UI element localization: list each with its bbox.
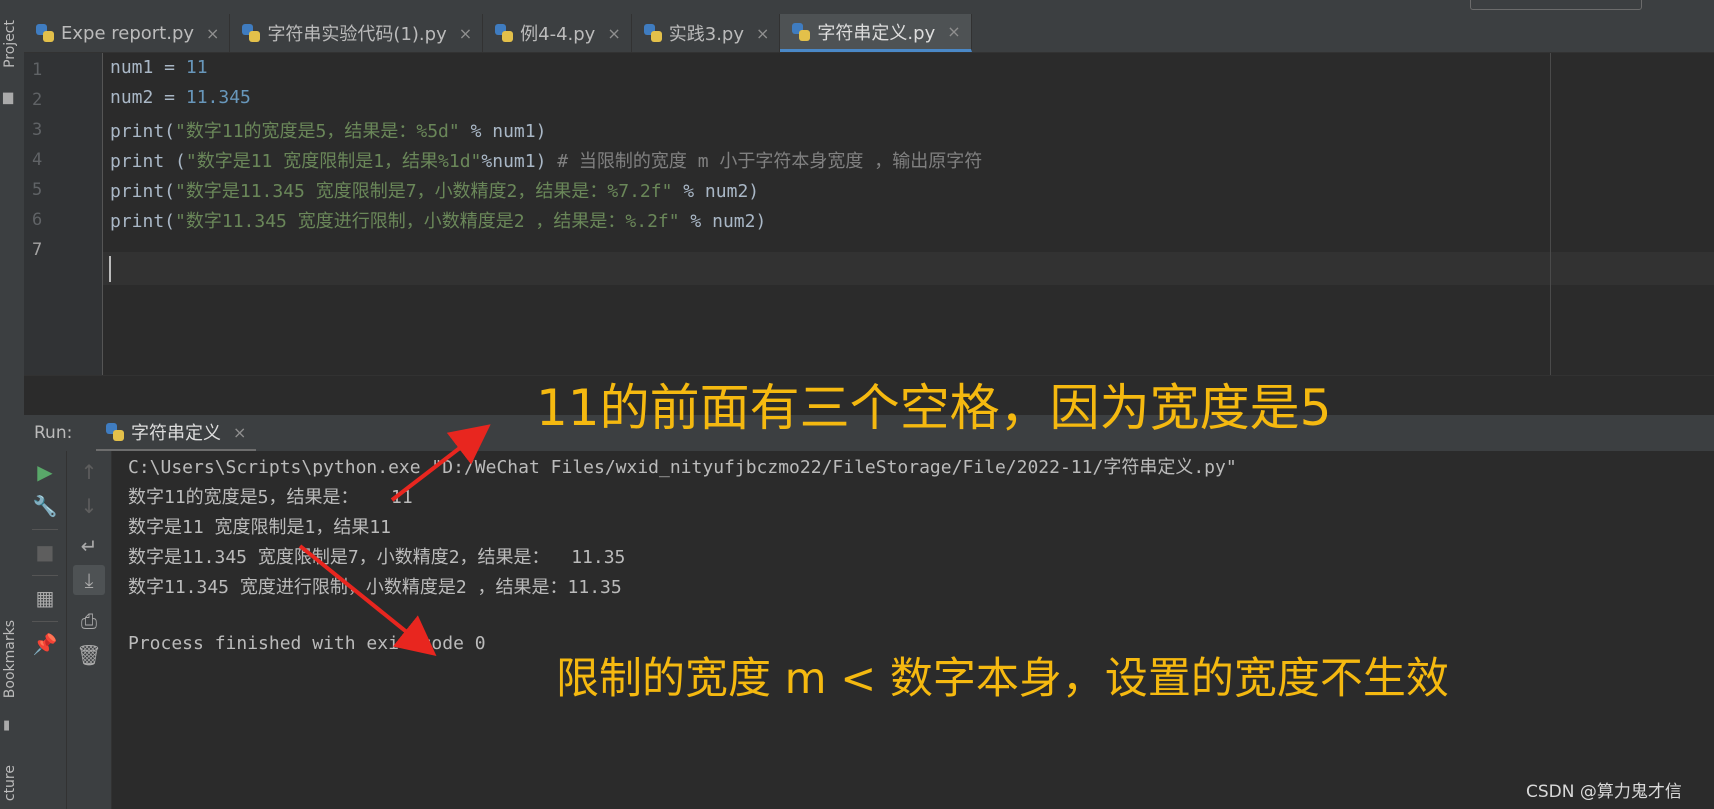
left-tool-strip: Project ▆ Bookmarks ▮ cture <box>0 0 25 809</box>
close-icon[interactable]: × <box>947 22 960 41</box>
code-token: %num1) <box>481 151 558 172</box>
code-token: "数字是11.345 宽度限制是7，小数精度2，结果是：%7.2f" <box>175 181 673 202</box>
tab-2[interactable]: 例4-4.py × <box>483 14 632 52</box>
arrow-down-icon[interactable]: ↓ <box>73 491 105 521</box>
line-number: 4 <box>32 150 43 170</box>
code-token: print ( <box>110 151 186 172</box>
print-icon[interactable]: ⎙ <box>73 606 105 636</box>
line-number: 6 <box>32 210 43 230</box>
run-config-selector[interactable] <box>1470 0 1642 10</box>
code-token: 11 <box>185 57 208 78</box>
annotation-leading-spaces: 11的前面有三个空格，因为宽度是5 <box>536 379 1332 437</box>
code-token: % num2) <box>672 181 760 202</box>
toolbar-edge <box>24 0 1714 14</box>
line-number: 7 <box>32 240 43 260</box>
soft-wrap-icon[interactable]: ↵ <box>73 531 105 561</box>
code-token: "数字是11 宽度限制是1，结果%1d" <box>185 151 482 172</box>
annotation-width-ignored: 限制的宽度 m < 数字本身，设置的宽度不生效 <box>556 654 1449 704</box>
tab-label: 字符串定义.py <box>817 22 936 44</box>
console-line: 数字11的宽度是5，结果是： 11 <box>128 487 413 508</box>
code-line: print("数字11.345 宽度进行限制，小数精度是2 ，结果是：%.2f"… <box>110 207 766 233</box>
run-toolbar-secondary: ↑ ↓ ↵ ⤓ ⎙ 🗑 <box>67 451 112 809</box>
current-line-highlight <box>103 252 1714 285</box>
code-editor[interactable]: 1234567 num1 = 11 num2 = 11.345 print("数字1… <box>24 53 1714 375</box>
code-line: num2 = 11.345 <box>110 87 251 108</box>
tab-label: 实践3.py <box>668 24 745 45</box>
bookmark-icon: ▮ <box>3 718 11 733</box>
tab-0[interactable]: Expe report.py × <box>24 14 231 52</box>
code-token: num1 = <box>110 57 186 78</box>
tab-label: Expe report.py <box>61 22 195 44</box>
line-number: 5 <box>32 180 43 200</box>
project-tool-button[interactable]: Project <box>2 20 18 68</box>
console-line: 数字是11.345 宽度限制是7，小数精度2，结果是： 11.35 <box>128 547 626 568</box>
code-token: # 当限制的宽度 m 小于字符本身宽度 ，输出原字符 <box>557 151 983 172</box>
stop-icon[interactable]: ■ <box>29 537 61 567</box>
close-icon[interactable]: × <box>756 24 769 43</box>
scroll-to-end-icon[interactable]: ⤓ <box>73 565 105 595</box>
console-line: 数字11.345 宽度进行限制，小数精度是2 ，结果是：11.35 <box>128 577 622 598</box>
console-line: 数字是11 宽度限制是1，结果11 <box>128 517 392 538</box>
tab-1[interactable]: 字符串实验代码(1).py × <box>230 14 484 52</box>
close-icon[interactable]: × <box>233 423 246 442</box>
console-line: C:\Users\Scripts\python.exe "D:/WeChat F… <box>128 457 1237 478</box>
console-line: Process finished with exit code 0 <box>128 633 486 654</box>
bookmarks-tool-button[interactable]: Bookmarks <box>2 620 18 698</box>
right-margin-guide <box>1550 53 1551 375</box>
close-icon[interactable]: × <box>607 24 620 43</box>
tab-4[interactable]: 字符串定义.py × <box>780 14 972 52</box>
python-file-icon <box>495 24 514 42</box>
python-file-icon <box>36 24 54 42</box>
tab-label: 字符串实验代码(1).py <box>267 24 447 45</box>
watermark: CSDN @算力鬼才信 <box>1526 782 1682 802</box>
code-line: num1 = 11 <box>110 57 208 78</box>
tab-3[interactable]: 实践3.py × <box>632 14 781 52</box>
line-number-gutter: 1 2 3 4 5 6 7 <box>24 53 103 375</box>
python-file-icon <box>643 24 662 42</box>
run-tab[interactable]: 字符串定义 × <box>96 415 257 452</box>
line-number: 2 <box>32 90 43 110</box>
code-token: 11.345 <box>185 87 251 108</box>
tab-label: 例4-4.py <box>520 24 596 45</box>
arrow-up-icon[interactable]: ↑ <box>73 457 105 487</box>
python-file-icon <box>242 24 261 42</box>
rerun-icon[interactable]: ▶ <box>29 457 61 487</box>
editor-tab-bar: Expe report.py × 字符串实验代码(1).py × 例4-4.py × 实践3… <box>24 14 1714 53</box>
trash-icon[interactable]: 🗑 <box>73 640 105 670</box>
code-token: % num1) <box>459 121 547 142</box>
structure-tool-button[interactable]: cture <box>2 765 18 801</box>
code-token: num2 = <box>110 87 186 108</box>
run-tab-label: 字符串定义 <box>131 423 221 444</box>
close-icon[interactable]: × <box>459 24 472 43</box>
code-token: "数字11的宽度是5，结果是：%5d" <box>175 121 460 142</box>
python-file-icon <box>106 423 124 441</box>
layout-icon[interactable]: ▦ <box>29 583 61 613</box>
line-number: 3 <box>32 120 43 140</box>
code-token: print( <box>110 211 176 232</box>
close-icon[interactable]: × <box>206 24 219 43</box>
code-token: print( <box>110 121 176 142</box>
code-line: print ("数字是11 宽度限制是1，结果%1d"%num1) # 当限制的… <box>110 147 982 173</box>
line-number: 1 <box>32 60 43 80</box>
code-line: print("数字是11.345 宽度限制是7，小数精度2，结果是：%7.2f"… <box>110 177 759 203</box>
text-caret <box>109 256 111 282</box>
pin-icon[interactable]: 📌 <box>29 629 61 659</box>
code-token: % num2) <box>679 211 767 232</box>
folder-icon: ▆ <box>3 90 13 105</box>
wrench-icon[interactable]: 🔧 <box>29 491 61 521</box>
python-file-icon <box>792 22 811 41</box>
code-line: print("数字11的宽度是5，结果是：%5d" % num1) <box>110 117 546 143</box>
run-toolbar-primary: ▶ 🔧 ■ ▦ 📌 <box>24 451 67 809</box>
code-token: "数字11.345 宽度进行限制，小数精度是2 ，结果是：%.2f" <box>175 211 680 232</box>
run-panel: ▶ 🔧 ■ ▦ 📌 ↑ ↓ ↵ ⤓ ⎙ 🗑 C:\Users\Scripts\p… <box>24 451 1714 809</box>
run-panel-label: Run: <box>34 423 73 443</box>
code-token: print( <box>110 181 176 202</box>
